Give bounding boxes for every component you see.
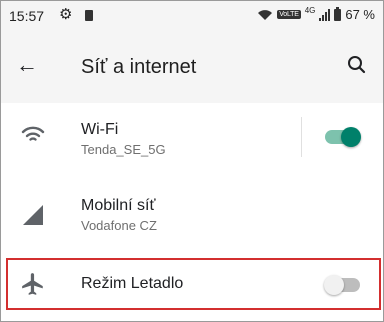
settings-list: Wi-Fi Tenda_SE_5G Mobilní síť Vodafone C… [1, 103, 383, 249]
arrow-left-icon: ← [16, 52, 38, 77]
airplane-icon [22, 273, 43, 295]
settings-notification-icon: ⚙ [59, 6, 73, 23]
wifi-network-name: Tenda_SE_5G [81, 142, 166, 157]
network-type-label: 4G [304, 6, 316, 15]
cellular-signal-icon [23, 205, 43, 225]
wifi-setting-row[interactable]: Wi-Fi Tenda_SE_5G [1, 103, 383, 171]
sd-card-icon [85, 10, 93, 21]
wifi-label: Wi-Fi [81, 121, 119, 138]
wifi-toggle[interactable] [325, 127, 361, 147]
toggle-knob [324, 275, 344, 295]
wifi-icon [21, 126, 45, 141]
wifi-status-icon [258, 9, 273, 20]
status-icons: VoLTE 4G 67 % [257, 6, 375, 22]
toggle-knob [341, 127, 361, 147]
status-time: 15:57 [9, 8, 45, 24]
airplane-mode-toggle[interactable] [324, 275, 360, 295]
mobile-operator-name: Vodafone CZ [81, 218, 157, 233]
battery-percent: 67 % [345, 7, 375, 22]
app-bar: ← Síť a internet [1, 31, 383, 103]
mobile-network-label: Mobilní síť [81, 197, 156, 214]
signal-strength-icon [319, 8, 331, 21]
back-button[interactable]: ← [13, 51, 41, 79]
mobile-network-row[interactable]: Mobilní síť Vodafone CZ [1, 181, 383, 249]
volte-badge: VoLTE [277, 10, 301, 19]
airplane-mode-row[interactable]: Režim Letadlo [6, 258, 381, 310]
airplane-mode-label: Režim Letadlo [81, 275, 184, 292]
search-icon[interactable] [343, 51, 371, 79]
row-divider [301, 117, 302, 157]
battery-icon [334, 6, 342, 21]
status-bar: 15:57 ⚙ VoLTE 4G 67 % [1, 1, 383, 31]
page-title: Síť a internet [81, 56, 197, 78]
